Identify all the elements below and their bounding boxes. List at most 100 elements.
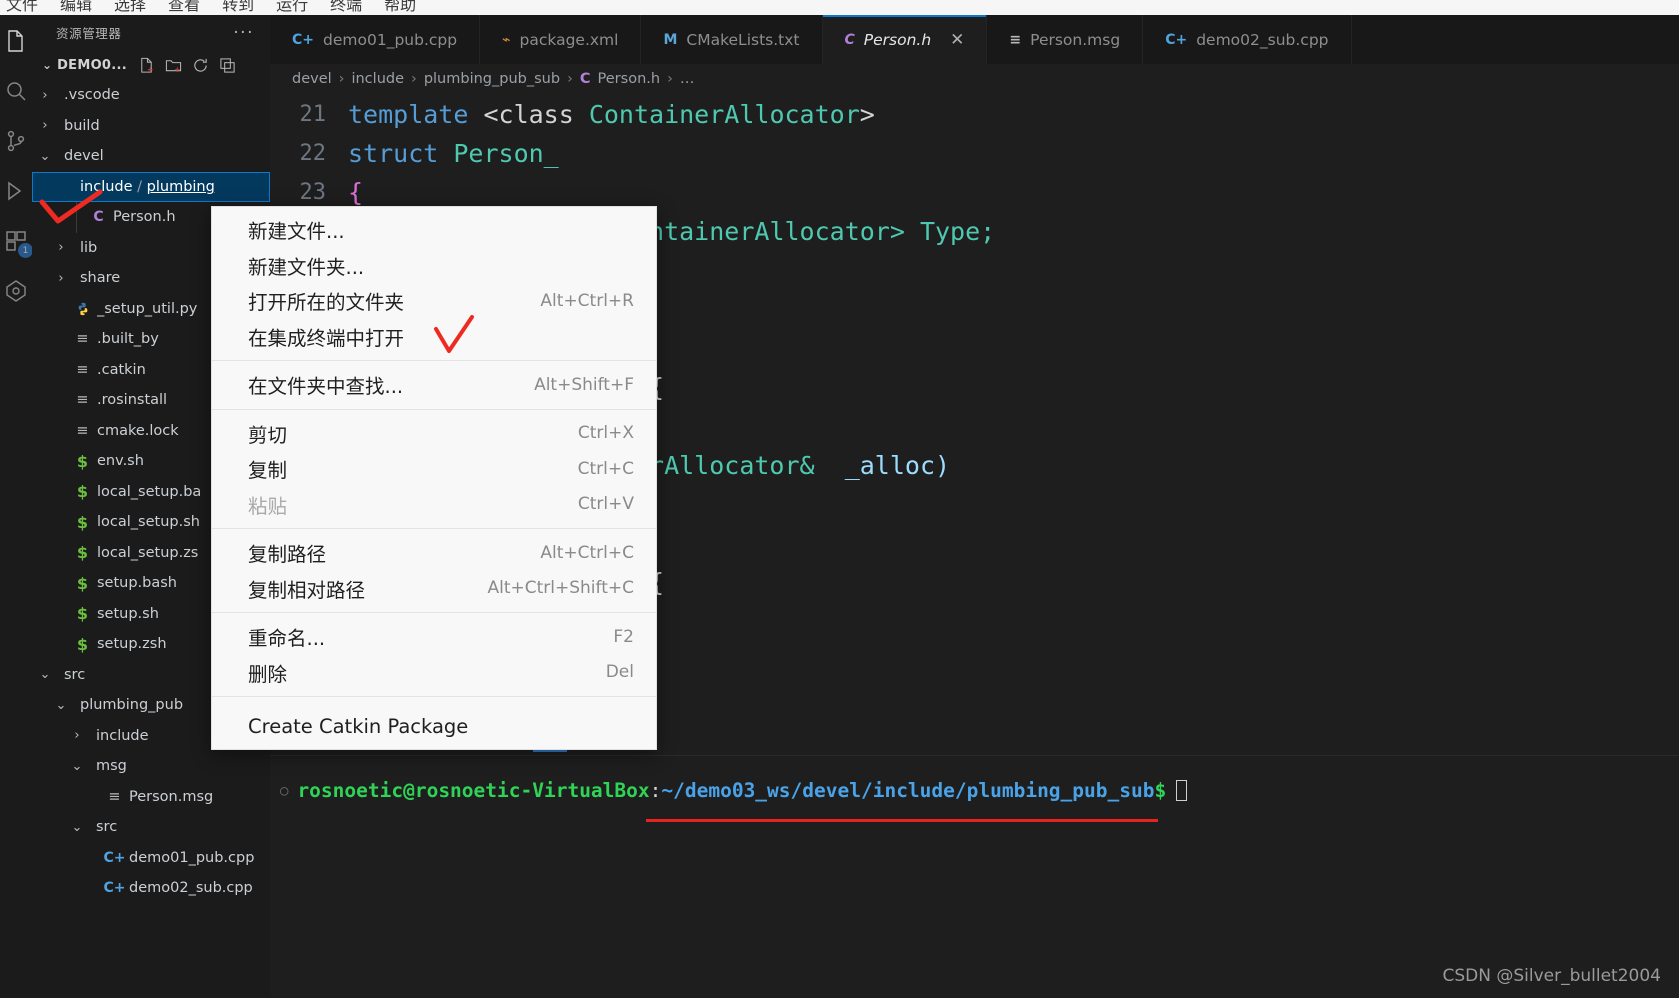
menu-item-2[interactable]: 选择 bbox=[110, 0, 150, 15]
search-icon[interactable] bbox=[4, 79, 28, 103]
tree-item--vscode[interactable]: › .vscode bbox=[32, 80, 270, 111]
txt-icon: ≡ bbox=[76, 392, 89, 409]
tree-item-label: setup.bash bbox=[97, 575, 177, 592]
breadcrumb-segment[interactable]: devel bbox=[292, 71, 332, 87]
chevron-right-icon: › bbox=[42, 118, 48, 134]
menu-item-0[interactable]: 文件 bbox=[2, 0, 42, 15]
tree-indent-guide bbox=[76, 202, 77, 233]
tree-item-label: .vscode bbox=[64, 87, 120, 104]
watermark: CSDN @Silver_bullet2004 bbox=[1442, 966, 1661, 986]
integrated-terminal[interactable]: ○ rosnoetic@rosnoetic-VirtualBox : ~/dem… bbox=[270, 749, 1679, 998]
source-control-icon[interactable] bbox=[4, 129, 28, 153]
tree-item-src[interactable]: ⌄ src bbox=[32, 812, 270, 843]
menu-item-create-catkin-package[interactable]: Create Catkin Package bbox=[212, 703, 656, 749]
menu-item-6[interactable]: 终端 bbox=[326, 0, 366, 15]
menu-item-1[interactable]: 编辑 bbox=[56, 0, 96, 15]
breadcrumb-segment[interactable]: plumbing_pub_sub bbox=[424, 71, 560, 87]
tree-item-build[interactable]: › build bbox=[32, 111, 270, 142]
txt-icon: ≡ bbox=[76, 331, 89, 348]
menu-item-4[interactable]: 转到 bbox=[218, 0, 258, 15]
menu-item-label: 在集成终端中打开 bbox=[248, 326, 405, 350]
explorer-more-icon[interactable]: ··· bbox=[233, 24, 254, 41]
menu-item-------[interactable]: 重命名... F2 bbox=[212, 619, 656, 655]
tree-item-demo02-sub-cpp[interactable]: C+ demo02_sub.cpp bbox=[32, 873, 270, 904]
new-file-icon[interactable] bbox=[138, 57, 155, 74]
menu-separator bbox=[212, 360, 656, 361]
explorer-icon[interactable] bbox=[4, 29, 28, 53]
new-folder-icon[interactable] bbox=[165, 57, 182, 74]
menu-item---------[interactable]: 打开所在的文件夹 Alt+Ctrl+R bbox=[212, 283, 656, 319]
workspace-root-row[interactable]: ⌄ DEMO0... bbox=[32, 50, 270, 80]
extensions-icon[interactable]: 1 bbox=[4, 229, 33, 258]
txt-icon: ≡ bbox=[108, 788, 121, 805]
chevron-down-icon: ⌄ bbox=[39, 148, 51, 164]
menu-item---------[interactable]: 在集成终端中打开 bbox=[212, 319, 656, 355]
tree-item-devel[interactable]: ⌄ devel bbox=[32, 141, 270, 172]
menu-item-7[interactable]: 帮助 bbox=[380, 0, 420, 15]
code-token: > bbox=[859, 100, 875, 129]
menu-item-----------[interactable]: 在文件夹中查找... Alt+Shift+F bbox=[212, 367, 656, 403]
cpp-icon: C+ bbox=[292, 31, 315, 48]
tree-item-label: cmake.lock bbox=[97, 422, 179, 439]
menu-item---[interactable]: 剪切 Ctrl+X bbox=[212, 416, 656, 452]
sh-icon: $ bbox=[76, 482, 89, 502]
menu-item-shortcut: Alt+Shift+F bbox=[534, 374, 634, 395]
editor-tab-person-msg[interactable]: ≡ Person.msg bbox=[987, 15, 1144, 64]
run-debug-icon[interactable] bbox=[4, 179, 28, 203]
breadcrumb-separator: › bbox=[411, 71, 417, 87]
file-context-menu[interactable]: 新建文件... 新建文件夹... 打开所在的文件夹 Alt+Ctrl+R 在集成终端中打… bbox=[211, 206, 657, 750]
chevron-right-icon: › bbox=[58, 240, 64, 256]
menu-item---: 粘贴 Ctrl+V bbox=[212, 487, 656, 523]
breadcrumb-segment[interactable]: include bbox=[351, 71, 404, 87]
menu-item-label: 粘贴 bbox=[248, 494, 288, 518]
tree-item-demo01-pub-cpp[interactable]: C+ demo01_pub.cpp bbox=[32, 843, 270, 874]
breadcrumb-separator: › bbox=[338, 71, 345, 87]
breadcrumb-segment[interactable]: … bbox=[680, 71, 695, 87]
terminal-colon: : bbox=[649, 779, 662, 802]
terminal-dollar: $ bbox=[1154, 779, 1167, 802]
menu-item---[interactable]: 复制 Ctrl+C bbox=[212, 451, 656, 487]
editor-tab-demo02-sub-cpp[interactable]: C+ demo02_sub.cpp bbox=[1143, 15, 1352, 64]
terminal-divider bbox=[270, 755, 1679, 756]
menu-item-------[interactable]: 复制相对路径 Alt+Ctrl+Shift+C bbox=[212, 571, 656, 607]
tree-item-label: include bbox=[96, 727, 149, 744]
menu-item---------[interactable]: 新建文件夹... bbox=[212, 248, 656, 284]
tree-item-label: plumbing_pub bbox=[80, 697, 184, 714]
tree-item-include[interactable]: include / plumbing bbox=[32, 171, 270, 202]
close-icon[interactable]: ✕ bbox=[950, 30, 964, 50]
menu-item-----[interactable]: 复制路径 Alt+Ctrl+C bbox=[212, 535, 656, 571]
menu-item-label: 在文件夹中查找... bbox=[248, 375, 404, 399]
tree-item-label: setup.sh bbox=[97, 605, 159, 622]
menu-item--------[interactable]: 新建文件... bbox=[212, 212, 656, 248]
editor-tab-package-xml[interactable]: ⌁ package.xml bbox=[480, 15, 642, 64]
txt-icon: ≡ bbox=[76, 422, 89, 439]
breadcrumb-segment[interactable]: Person.h bbox=[598, 71, 661, 87]
refresh-icon[interactable] bbox=[192, 57, 209, 74]
editor-tab-label: demo01_pub.cpp bbox=[323, 30, 458, 49]
editor-tab-demo01-pub-cpp[interactable]: C+ demo01_pub.cpp bbox=[270, 15, 481, 64]
editor-tab-label: Person.msg bbox=[1030, 30, 1121, 49]
menu-item-5[interactable]: 运行 bbox=[272, 0, 312, 15]
annotation-underline-terminal bbox=[646, 819, 1158, 822]
workspace-root-label: DEMO0... bbox=[57, 57, 127, 73]
code-token: { bbox=[348, 178, 364, 207]
menu-item-3[interactable]: 查看 bbox=[164, 0, 204, 15]
ros-icon[interactable] bbox=[4, 279, 28, 303]
collapse-all-icon[interactable] bbox=[219, 57, 236, 74]
editor-tab-cmakelists-txt[interactable]: M CMakeLists.txt bbox=[641, 15, 823, 64]
menu-item-label: 剪切 bbox=[248, 423, 288, 447]
activity-bar: 1 bbox=[0, 15, 33, 998]
tree-item-label: .built_by bbox=[97, 331, 159, 348]
menu-item-shortcut: Del bbox=[605, 662, 634, 683]
hfile-icon: C bbox=[579, 71, 591, 87]
tree-item-label: demo01_pub.cpp bbox=[129, 849, 255, 866]
editor-tab-person-h[interactable]: C Person.h ✕ bbox=[822, 15, 988, 64]
line-number: 22 bbox=[299, 141, 327, 166]
menu-item-shortcut: Alt+Ctrl+R bbox=[540, 290, 634, 311]
extensions-badge: 1 bbox=[18, 243, 33, 258]
menu-item---[interactable]: 删除 Del bbox=[212, 655, 656, 691]
tree-item-person-msg[interactable]: ≡ Person.msg bbox=[32, 782, 270, 813]
tree-item-label: .catkin bbox=[97, 361, 146, 378]
menu-item-label: 重命名... bbox=[248, 627, 326, 651]
tree-item-msg[interactable]: ⌄ msg bbox=[32, 751, 270, 782]
